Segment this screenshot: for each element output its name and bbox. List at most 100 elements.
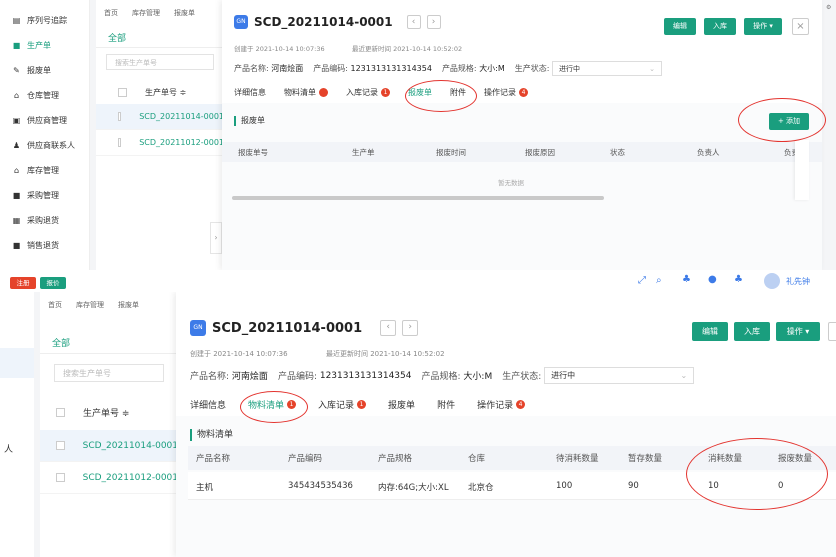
tab-details[interactable]: 详细信息	[234, 87, 266, 98]
actions-dropdown-button[interactable]: 操作 ▾	[744, 18, 782, 35]
sales-return-icon: ■	[12, 241, 21, 250]
users-icon[interactable]: ♣	[734, 274, 743, 285]
table-cell: 345434535436	[288, 481, 353, 491]
sidebar-item-purchase[interactable]: ■ 采购管理	[0, 183, 89, 208]
sidebar-item-purchase-return[interactable]: ▦ 采购退货	[0, 208, 89, 233]
col-header: 报废原因	[525, 147, 555, 157]
order-badge-icon: GN	[234, 15, 248, 29]
actions-dropdown-button[interactable]: 操作 ▾	[776, 322, 820, 341]
order-badge-icon: GN	[190, 320, 206, 336]
col-header: 状态	[610, 147, 625, 157]
search-icon[interactable]: ⌕	[656, 275, 662, 286]
crumb-home[interactable]: 首页	[48, 300, 62, 314]
sidebar-collapsed: 人	[0, 292, 34, 557]
fixed-column-shadow	[795, 140, 809, 200]
sidebar-active-item[interactable]	[0, 348, 34, 378]
collapse-handle[interactable]: ›	[210, 222, 222, 254]
list-item[interactable]: SCD_20211012-0001	[40, 462, 178, 494]
close-icon[interactable]: ×	[792, 18, 809, 35]
username[interactable]: 礼先钟	[786, 276, 810, 287]
notification-icon[interactable]: ●	[708, 274, 717, 285]
warehouse-icon: ⌂	[13, 91, 20, 100]
status-select[interactable]: 进行中 ⌄	[544, 367, 695, 384]
crumb-scrap[interactable]: 报废单	[174, 8, 195, 22]
barcode-icon: ▤	[12, 16, 21, 25]
col-header: 暂存数量	[628, 454, 663, 464]
search-input[interactable]: 搜索生产单号	[106, 54, 214, 70]
quote-button[interactable]: 报价	[40, 277, 66, 289]
tab-details[interactable]: 详细信息	[190, 398, 226, 411]
stock-in-button[interactable]: 入库	[704, 18, 736, 35]
col-header: 产品编码	[288, 454, 323, 464]
annotation-circle	[405, 80, 477, 112]
col-header: 仓库	[468, 454, 486, 464]
created-time: 创建于 2021-10-14 10:07:36	[190, 350, 288, 358]
order-list-panel: 首页 库存管理 报废单 全部 搜索生产单号 生产单号 ≑ SCD_2021101…	[40, 292, 178, 557]
crumb-inventory[interactable]: 库存管理	[76, 300, 104, 314]
tab-operation-log[interactable]: 操作记录 4	[484, 87, 528, 98]
list-header: 生产单号 ≑	[96, 80, 224, 104]
table-cell: 北京仓	[468, 483, 494, 493]
chevron-down-icon: ⌄	[649, 64, 656, 73]
prev-record-button[interactable]: ‹	[380, 320, 397, 336]
tab-badge: 1	[381, 88, 390, 97]
list-header: 生产单号 ≑	[40, 400, 178, 424]
edit-button[interactable]: 编辑	[692, 322, 728, 341]
stock-in-button[interactable]: 入库	[734, 322, 770, 341]
tab-bom[interactable]: 物料清单	[284, 87, 328, 98]
status-select[interactable]: 进行中 ⌄	[552, 61, 663, 76]
order-number-sort[interactable]: 生产单号 ≑	[145, 87, 186, 98]
table-cell: 内存:64G;大小:XL	[378, 483, 449, 493]
avatar[interactable]	[764, 273, 780, 289]
edit-button[interactable]: 编辑	[664, 18, 696, 35]
bell-icon[interactable]: ♣	[682, 274, 691, 285]
updated-time: 最近更新时间 2021-10-14 10:52:02	[326, 350, 445, 358]
col-header: 报废单号	[238, 147, 268, 157]
next-record-button[interactable]: ›	[402, 320, 419, 336]
scrap-icon: ✎	[13, 66, 20, 75]
sidebar-item-contact[interactable]: ♟ 供应商联系人	[0, 133, 89, 158]
horizontal-scrollbar[interactable]	[232, 196, 604, 200]
list-item[interactable]: SCD_20211014-0001	[96, 104, 224, 130]
crumb-home[interactable]: 首页	[104, 8, 118, 22]
table-cell: 主机	[196, 483, 214, 493]
order-number-sort[interactable]: 生产单号 ≑	[83, 406, 129, 419]
section-title: 报废单	[234, 116, 265, 126]
row-checkbox[interactable]	[118, 112, 122, 121]
sidebar-item-production[interactable]: ■ 生产单	[0, 33, 89, 58]
tab-stock-in[interactable]: 入库记录 1	[318, 398, 367, 411]
tab-scrap[interactable]: 报废单	[388, 398, 415, 411]
tab-attachments[interactable]: 附件	[437, 398, 455, 411]
crumb-inventory[interactable]: 库存管理	[132, 8, 160, 22]
search-input[interactable]: 搜索生产单号	[54, 364, 164, 382]
row-checkbox[interactable]	[118, 138, 122, 147]
tab-badge: 4	[516, 400, 526, 409]
fullscreen-icon[interactable]: ⤢	[638, 275, 646, 286]
tab-badge	[319, 88, 328, 97]
select-all-checkbox[interactable]	[56, 407, 65, 417]
tab-all[interactable]: 全部	[40, 314, 178, 354]
register-button[interactable]: 注册	[10, 277, 36, 289]
row-checkbox[interactable]	[56, 473, 65, 482]
row-checkbox[interactable]	[56, 441, 65, 450]
sidebar-item-scrap[interactable]: ✎ 报废单	[0, 58, 89, 83]
tab-operation-log[interactable]: 操作记录 4	[477, 398, 526, 411]
sidebar-item-inventory[interactable]: ⌂ 库存管理	[0, 158, 89, 183]
select-all-checkbox[interactable]	[118, 87, 127, 97]
crumb-scrap[interactable]: 报废单	[118, 300, 139, 314]
tab-stock-in[interactable]: 入库记录 1	[346, 87, 390, 98]
col-header: 生产单	[352, 147, 375, 157]
tab-all[interactable]: 全部	[96, 22, 224, 48]
list-item[interactable]: SCD_20211014-0001	[40, 430, 178, 462]
sidebar-item-serial[interactable]: ▤ 序列号追踪	[0, 8, 89, 33]
close-icon[interactable]	[828, 322, 836, 341]
sidebar-item-sales-return[interactable]: ■ 销售退货	[0, 233, 89, 258]
sidebar-item-supplier[interactable]: ▣ 供应商管理	[0, 108, 89, 133]
prev-record-button[interactable]: ‹	[406, 15, 421, 29]
next-record-button[interactable]: ›	[426, 15, 441, 29]
created-time: 创建于 2021-10-14 10:07:36	[234, 45, 325, 53]
top-toolbar-strip: 注册 报价 ⤢ ⌕ ♣ ● ♣ 礼先钟	[0, 270, 836, 292]
col-header: 负责人	[697, 147, 720, 157]
sidebar-item-warehouse[interactable]: ⌂ 仓库管理	[0, 83, 89, 108]
list-item[interactable]: SCD_20211012-0001	[96, 130, 224, 156]
